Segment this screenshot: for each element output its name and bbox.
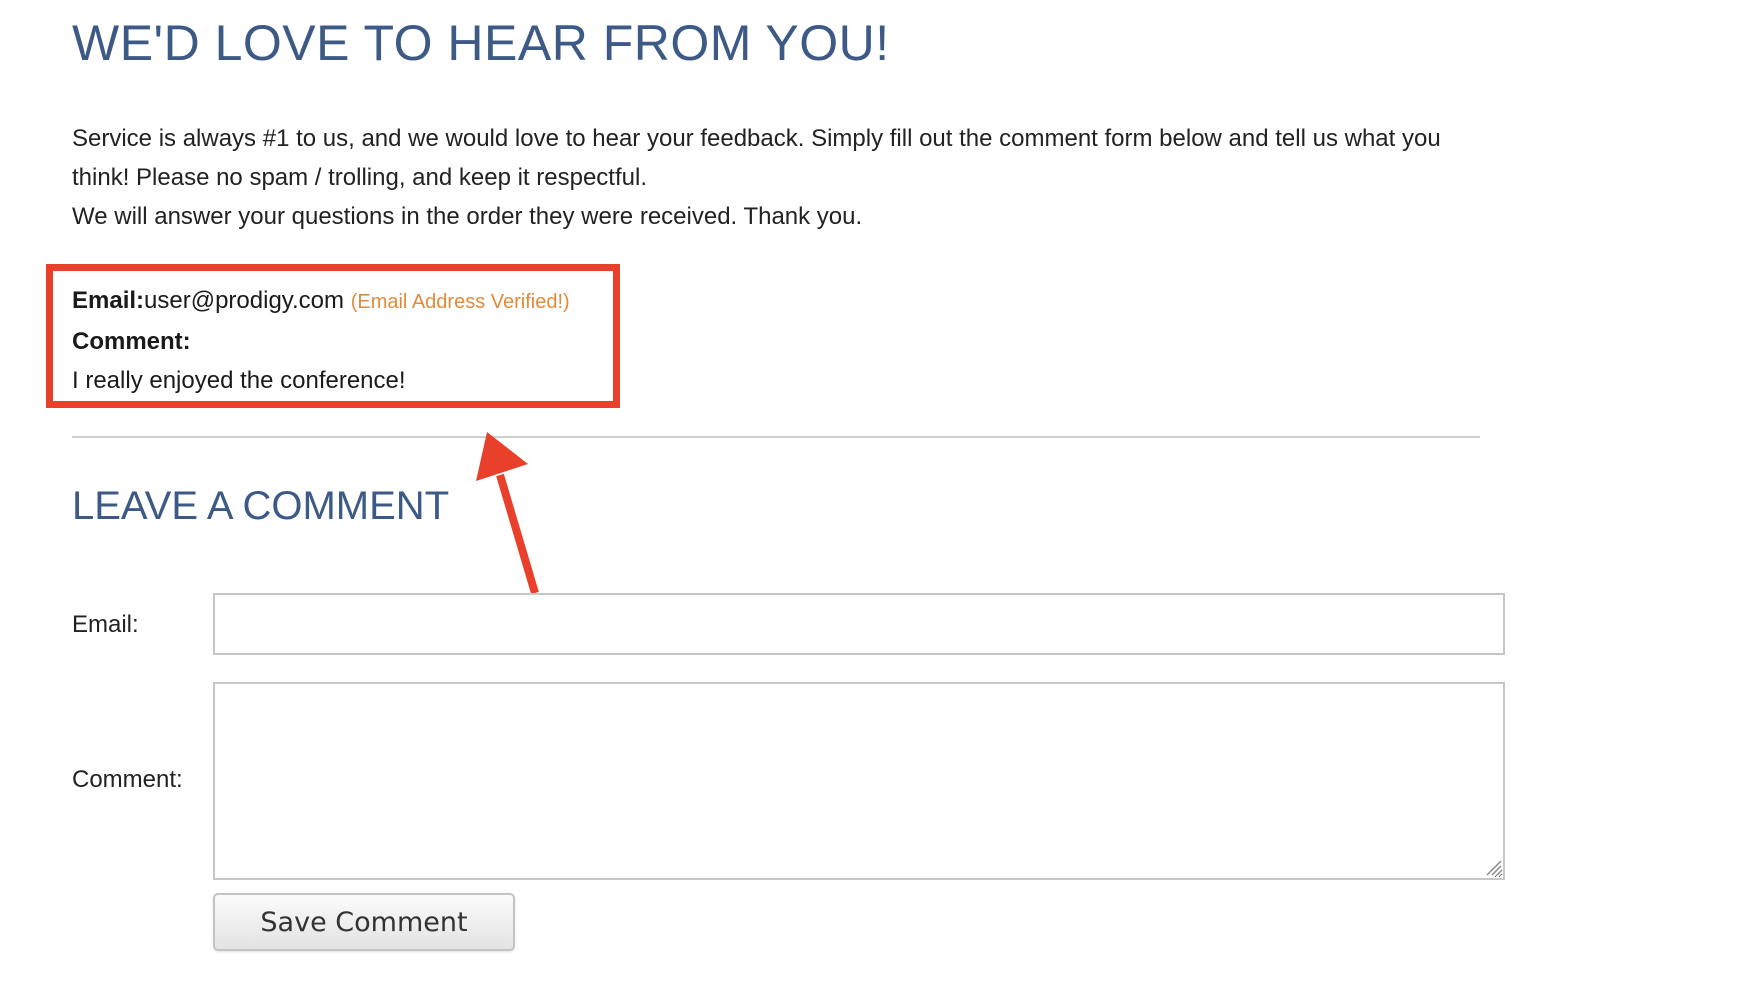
email-field[interactable] <box>213 593 1505 655</box>
posted-comment-text: I really enjoyed the conference! <box>72 367 406 394</box>
verified-badge: (Email Address Verified!) <box>350 291 570 313</box>
comment-textarea[interactable] <box>213 682 1505 880</box>
annotation-arrow-icon <box>476 432 539 595</box>
page-title: WE'D LOVE TO HEAR FROM YOU! <box>72 15 890 71</box>
resize-grip-icon[interactable] <box>1484 858 1502 876</box>
posted-comment-label: Comment: <box>72 328 191 355</box>
posted-email-value: user@prodigy.com <box>144 287 345 314</box>
section-divider <box>72 436 1480 438</box>
comment-field-label: Comment: <box>72 766 183 793</box>
posted-comment-label-row: Comment: <box>72 322 570 361</box>
intro-text: Service is always #1 to us, and we would… <box>72 119 1502 236</box>
save-comment-button[interactable]: Save Comment <box>213 893 515 951</box>
email-field-label: Email: <box>72 611 139 638</box>
leave-comment-heading: LEAVE A COMMENT <box>72 484 450 528</box>
posted-comment: Email:user@prodigy.com (Email Address Ve… <box>72 281 570 400</box>
posted-email-label: Email: <box>72 287 145 314</box>
intro-note: We will answer your questions in the ord… <box>72 203 863 230</box>
posted-email-row: Email:user@prodigy.com (Email Address Ve… <box>72 281 570 322</box>
intro-paragraph: Service is always #1 to us, and we would… <box>72 125 1441 191</box>
